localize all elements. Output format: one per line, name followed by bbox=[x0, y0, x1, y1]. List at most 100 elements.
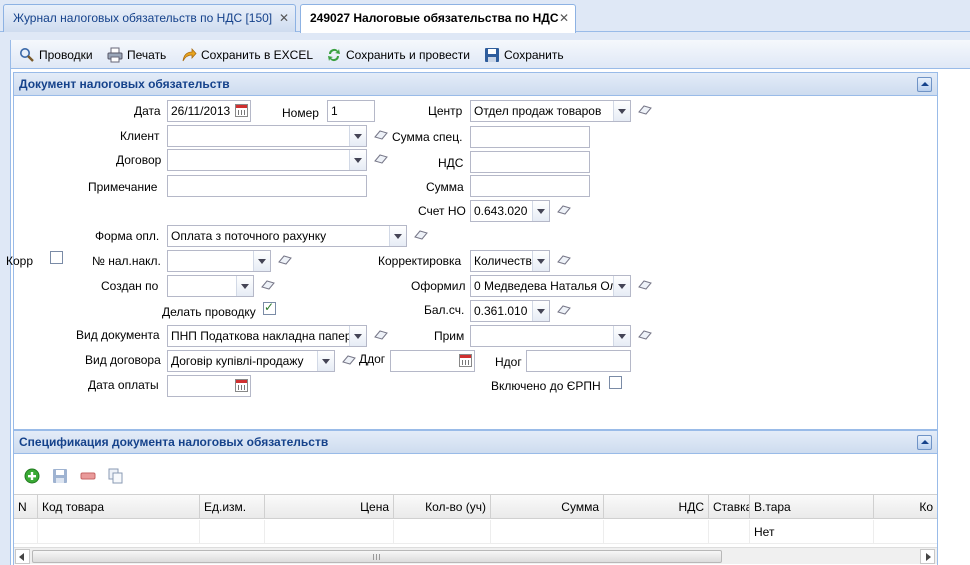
vat-field[interactable] bbox=[470, 151, 590, 173]
column-header-item-code[interactable]: Код товара bbox=[38, 495, 200, 519]
cell-more bbox=[874, 520, 937, 544]
column-header-tare[interactable]: В.тара bbox=[750, 495, 874, 519]
column-header-sum[interactable]: Сумма bbox=[491, 495, 604, 519]
cell-vat bbox=[604, 520, 709, 544]
chevron-down-icon[interactable] bbox=[349, 150, 366, 170]
ndog-field[interactable] bbox=[526, 350, 631, 372]
korr-label: Корр bbox=[6, 254, 34, 268]
chevron-down-icon[interactable] bbox=[236, 276, 253, 296]
eraser-icon[interactable] bbox=[638, 330, 652, 340]
eraser-icon[interactable] bbox=[278, 255, 292, 265]
spec-section-header: Спецификация документа налоговых обязате… bbox=[13, 430, 938, 454]
eraser-icon[interactable] bbox=[557, 205, 571, 215]
chevron-down-icon[interactable] bbox=[532, 301, 549, 321]
column-header-rate[interactable]: Ставка bbox=[709, 495, 750, 519]
erpn-checkbox[interactable] bbox=[609, 376, 622, 389]
table-row[interactable]: Нет bbox=[14, 520, 937, 544]
note-field[interactable] bbox=[167, 175, 367, 197]
floppy-disk-icon[interactable] bbox=[52, 468, 68, 484]
close-icon[interactable]: ✕ bbox=[279, 5, 289, 31]
chevron-down-icon[interactable] bbox=[317, 351, 334, 371]
sum-label: Сумма bbox=[426, 180, 464, 194]
scroll-right-icon[interactable] bbox=[920, 549, 935, 564]
collapse-icon[interactable] bbox=[917, 77, 932, 92]
chevron-down-icon[interactable] bbox=[532, 201, 549, 221]
column-header-n[interactable]: N bbox=[14, 495, 38, 519]
eraser-icon[interactable] bbox=[342, 355, 356, 365]
vat-label: НДС bbox=[438, 156, 464, 170]
chevron-down-icon[interactable] bbox=[349, 326, 366, 346]
cell-sum bbox=[491, 520, 604, 544]
account-no-label: Счет НО bbox=[418, 204, 466, 218]
ddog-date-field[interactable] bbox=[390, 350, 475, 372]
issued-by-combo[interactable]: 0 Медведева Наталья Олеговна bbox=[470, 275, 631, 297]
adjustment-label: Корректировка bbox=[378, 254, 462, 268]
tab-tax-obligations-doc[interactable]: 249027 Налоговые обязательства по НДС ✕ bbox=[300, 4, 576, 33]
delete-icon[interactable] bbox=[80, 468, 96, 484]
close-icon[interactable]: ✕ bbox=[559, 5, 569, 31]
document-section-header: Документ налоговых обязательств bbox=[13, 72, 938, 96]
bal-account-combo[interactable]: 0.361.010 bbox=[470, 300, 550, 322]
calendar-icon[interactable] bbox=[459, 354, 472, 367]
payment-date-field[interactable] bbox=[167, 375, 251, 397]
chevron-down-icon[interactable] bbox=[532, 251, 549, 271]
column-header-quantity[interactable]: Кол-во (уч) bbox=[394, 495, 491, 519]
document-panel: Проводки Печать Сохранить в EXCEL Сохран… bbox=[6, 40, 970, 565]
prim-combo[interactable] bbox=[470, 325, 631, 347]
doc-type-combo[interactable]: ПНП Податкова накладна паперова bbox=[167, 325, 367, 347]
column-header-vat[interactable]: НДС bbox=[604, 495, 709, 519]
scroll-left-icon[interactable] bbox=[15, 549, 30, 564]
chevron-down-icon[interactable] bbox=[613, 101, 630, 121]
column-header-unit[interactable]: Ед.изм. bbox=[200, 495, 265, 519]
horizontal-scrollbar[interactable] bbox=[14, 547, 937, 564]
client-combo[interactable] bbox=[167, 125, 367, 147]
add-icon[interactable] bbox=[24, 468, 40, 484]
adjustment-combo[interactable]: Количество bbox=[470, 250, 550, 272]
copy-icon[interactable] bbox=[108, 468, 124, 484]
sum-field[interactable] bbox=[470, 175, 590, 197]
eraser-icon[interactable] bbox=[374, 154, 388, 164]
created-by-combo[interactable] bbox=[167, 275, 254, 297]
eraser-icon[interactable] bbox=[557, 255, 571, 265]
column-header-price[interactable]: Цена bbox=[265, 495, 394, 519]
tab-nds-journal[interactable]: Журнал налоговых обязательств по НДС [15… bbox=[3, 4, 296, 32]
eraser-icon[interactable] bbox=[638, 280, 652, 290]
prim-label: Прим bbox=[434, 329, 465, 343]
chevron-down-icon[interactable] bbox=[613, 326, 630, 346]
payment-form-label: Форма опл. bbox=[95, 229, 160, 243]
payment-form-combo[interactable]: Оплата з поточного рахунку bbox=[167, 225, 407, 247]
make-posting-checkbox[interactable] bbox=[263, 300, 276, 315]
cell-rate bbox=[709, 520, 750, 544]
eraser-icon[interactable] bbox=[414, 230, 428, 240]
contract-type-combo[interactable]: Договір купівлі-продажу bbox=[167, 350, 335, 372]
spec-toolbar bbox=[14, 454, 937, 484]
korr-checkbox[interactable] bbox=[50, 251, 63, 264]
eraser-icon[interactable] bbox=[374, 330, 388, 340]
invoice-no-combo[interactable] bbox=[167, 250, 271, 272]
chevron-down-icon[interactable] bbox=[253, 251, 270, 271]
scroll-thumb[interactable] bbox=[32, 550, 722, 563]
sum-spec-field[interactable] bbox=[470, 126, 590, 148]
center-combo[interactable]: Отдел продаж товаров bbox=[470, 100, 631, 122]
chevron-down-icon[interactable] bbox=[389, 226, 406, 246]
chevron-down-icon[interactable] bbox=[613, 276, 630, 296]
calendar-icon[interactable] bbox=[235, 104, 248, 117]
invoice-no-label: № нал.накл. bbox=[92, 254, 161, 268]
collapse-icon[interactable] bbox=[917, 435, 932, 450]
chevron-down-icon[interactable] bbox=[349, 126, 366, 146]
document-form: Дата 26/11/2013 Номер 1 Центр Отдел прод… bbox=[6, 96, 938, 430]
column-header-more[interactable]: Ко bbox=[874, 495, 937, 519]
erpn-label: Включено до ЄРПН bbox=[491, 379, 601, 393]
center-label: Центр bbox=[428, 104, 463, 118]
number-label: Номер bbox=[282, 106, 319, 120]
eraser-icon[interactable] bbox=[261, 280, 275, 290]
date-field[interactable]: 26/11/2013 bbox=[167, 100, 251, 122]
eraser-icon[interactable] bbox=[638, 105, 652, 115]
contract-combo[interactable] bbox=[167, 149, 367, 171]
calendar-icon[interactable] bbox=[235, 379, 248, 392]
eraser-icon[interactable] bbox=[374, 130, 388, 140]
account-no-combo[interactable]: 0.643.020 bbox=[470, 200, 550, 222]
eraser-icon[interactable] bbox=[557, 305, 571, 315]
cell-unit bbox=[200, 520, 265, 544]
number-field[interactable]: 1 bbox=[327, 100, 375, 122]
